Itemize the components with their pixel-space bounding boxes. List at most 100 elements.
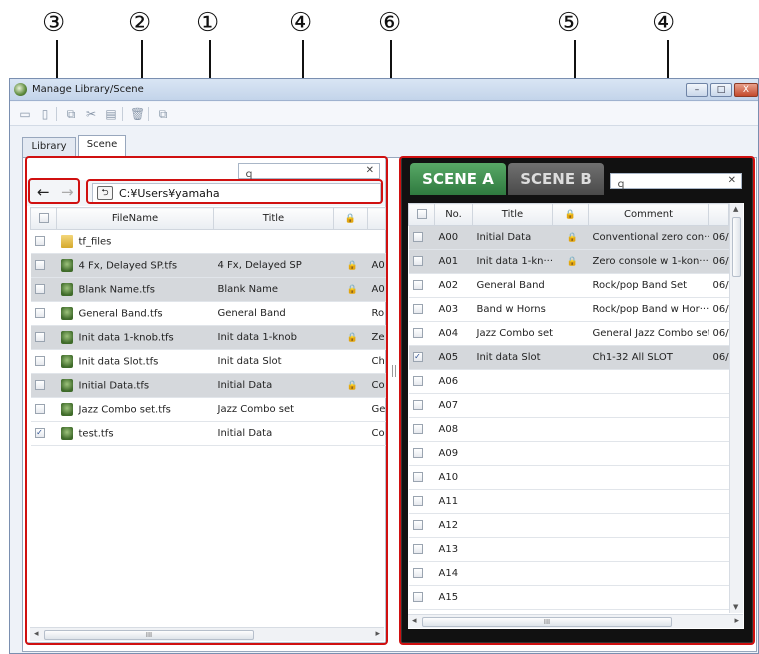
scroll-right-arrow-icon[interactable]: ▸	[375, 629, 380, 639]
table-row[interactable]: A13	[408, 537, 729, 562]
table-row[interactable]: Jazz Combo set.tfs Jazz Combo set Ge	[30, 397, 386, 422]
library-search-field[interactable]: ｑ ✕	[238, 163, 380, 180]
row-checkbox[interactable]	[408, 537, 435, 562]
scrollbar-thumb[interactable]	[732, 217, 741, 277]
table-row[interactable]: A14	[408, 561, 729, 586]
clear-search-icon[interactable]: ✕	[728, 175, 736, 186]
row-checkbox[interactable]	[408, 321, 435, 346]
table-row[interactable]: A10	[408, 465, 729, 490]
column-no[interactable]: No.	[434, 203, 473, 226]
row-checkbox[interactable]	[408, 297, 435, 322]
duplicate-icon[interactable]: ⧉	[156, 107, 170, 121]
paste-icon[interactable]: ▯	[38, 107, 52, 121]
row-checkbox[interactable]	[408, 393, 435, 418]
row-checkbox[interactable]	[30, 229, 57, 254]
column-title[interactable]: Title	[213, 207, 334, 230]
table-row[interactable]: A09	[408, 441, 729, 466]
table-row[interactable]: A02General Band Rock/pop Band Set06/1	[408, 273, 729, 298]
table-row[interactable]: Init data 1-knob.tfs Init data 1-knob 🔒 Ze	[30, 325, 386, 350]
column-extra[interactable]	[367, 207, 386, 230]
scroll-left-arrow-icon[interactable]: ◂	[412, 616, 417, 626]
select-all-checkbox[interactable]	[408, 203, 435, 226]
back-arrow-icon[interactable]: ←	[37, 183, 50, 201]
row-checkbox[interactable]	[30, 253, 57, 278]
row-checkbox[interactable]	[408, 513, 435, 538]
row-checkbox[interactable]	[408, 465, 435, 490]
table-row[interactable]: A03 Band w Horns Rock/pop Band w Hor··· 06/…	[408, 297, 729, 322]
row-checkbox[interactable]	[408, 369, 435, 394]
row-checkbox[interactable]	[408, 225, 435, 250]
row-checkbox[interactable]	[408, 417, 435, 442]
scene-b-tab[interactable]: SCENE B	[508, 163, 604, 195]
folder-path-field[interactable]: ⮌ C:¥Users¥yamaha	[92, 183, 381, 203]
row-checkbox[interactable]	[30, 325, 57, 350]
row-checkbox[interactable]	[408, 585, 435, 610]
tab-scene[interactable]: Scene	[78, 135, 126, 157]
row-checkbox[interactable]	[30, 277, 57, 302]
file-name: Initial Data.tfs	[78, 380, 150, 392]
table-row[interactable]: Blank Name.tfs Blank Name 🔒 A0	[30, 277, 386, 302]
maximize-button[interactable]: □	[710, 83, 732, 97]
scene-comment: Zero console w 1-kon···	[588, 249, 709, 274]
row-checkbox[interactable]	[30, 301, 57, 326]
search-icon: ｑ	[244, 169, 254, 180]
table-row[interactable]: Initial Data.tfs Initial Data 🔒 Co	[30, 373, 386, 398]
scene-horizontal-scrollbar[interactable]: ◂ III ▸	[408, 614, 743, 628]
clear-search-icon[interactable]: ✕	[366, 165, 374, 176]
delete-icon[interactable]: 🗑	[130, 107, 145, 121]
scrollbar-thumb[interactable]: III	[44, 630, 254, 640]
table-row[interactable]: ✓ test.tfs Initial Data Co	[30, 421, 386, 446]
scene-a-tab[interactable]: SCENE A	[410, 163, 506, 195]
table-row[interactable]: A04 Jazz Combo set General Jazz Combo set 0…	[408, 321, 729, 346]
table-row[interactable]: ✓A05Init data Slot Ch1-32 All SLOT06/1	[408, 345, 729, 370]
table-row[interactable]: A07	[408, 393, 729, 418]
table-row[interactable]: A00 Initial Data 🔒 Conventional zero con···…	[408, 225, 729, 250]
table-row[interactable]: A01 Init data 1-kn··· 🔒 Zero console w 1-ko…	[408, 249, 729, 274]
scroll-left-arrow-icon[interactable]: ◂	[34, 629, 39, 639]
row-checkbox[interactable]	[30, 349, 57, 374]
scrollbar-thumb[interactable]: III	[422, 617, 672, 627]
row-checkbox[interactable]	[408, 273, 435, 298]
table-row[interactable]: tf_files	[30, 229, 386, 254]
copy-icon[interactable]: ⧉	[64, 107, 78, 121]
cut-icon[interactable]: ✂	[84, 107, 98, 121]
table-row[interactable]: A12	[408, 513, 729, 538]
parent-folder-icon[interactable]: ⮌	[97, 186, 113, 200]
scene-search-field[interactable]: ｑ ✕	[610, 173, 742, 190]
tab-library[interactable]: Library	[22, 137, 76, 157]
row-checkbox[interactable]	[408, 441, 435, 466]
column-date[interactable]	[708, 203, 729, 226]
scene-comment: Rock/pop Band Set	[588, 273, 709, 298]
scroll-up-arrow-icon[interactable]: ▲	[733, 205, 738, 213]
row-checkbox[interactable]	[30, 373, 57, 398]
table-row[interactable]: A15	[408, 585, 729, 610]
row-checkbox[interactable]	[408, 249, 435, 274]
column-lock[interactable]: 🔒	[333, 207, 368, 230]
clipboard-icon[interactable]: ▤	[104, 107, 118, 121]
column-lock[interactable]: 🔒	[552, 203, 589, 226]
column-filename[interactable]: FileName	[56, 207, 214, 230]
scene-vertical-scrollbar[interactable]: ▲ ▼	[729, 203, 743, 613]
table-row[interactable]: A08	[408, 417, 729, 442]
forward-arrow-icon[interactable]: →	[61, 183, 74, 201]
row-checkbox[interactable]	[408, 489, 435, 514]
row-checkbox[interactable]	[30, 397, 57, 422]
scroll-right-arrow-icon[interactable]: ▸	[734, 616, 739, 626]
close-button[interactable]: X	[734, 83, 758, 97]
scroll-down-arrow-icon[interactable]: ▼	[733, 603, 738, 611]
row-checkbox[interactable]: ✓	[408, 345, 435, 370]
table-row[interactable]: A06	[408, 369, 729, 394]
table-row[interactable]: A11	[408, 489, 729, 514]
new-folder-icon[interactable]: ▭	[18, 107, 32, 121]
panel-splitter-handle[interactable]	[392, 365, 396, 377]
minimize-button[interactable]: –	[686, 83, 708, 97]
row-checkbox[interactable]	[408, 561, 435, 586]
select-all-checkbox[interactable]	[30, 207, 57, 230]
table-row[interactable]: General Band.tfs General Band Ro	[30, 301, 386, 326]
row-checkbox[interactable]: ✓	[30, 421, 57, 446]
table-row[interactable]: Init data Slot.tfs Init data Slot Ch	[30, 349, 386, 374]
column-title[interactable]: Title	[472, 203, 553, 226]
table-row[interactable]: 4 Fx, Delayed SP.tfs 4 Fx, Delayed SP 🔒 A0	[30, 253, 386, 278]
column-comment[interactable]: Comment	[588, 203, 709, 226]
library-horizontal-scrollbar[interactable]: ◂ III ▸	[30, 627, 384, 641]
